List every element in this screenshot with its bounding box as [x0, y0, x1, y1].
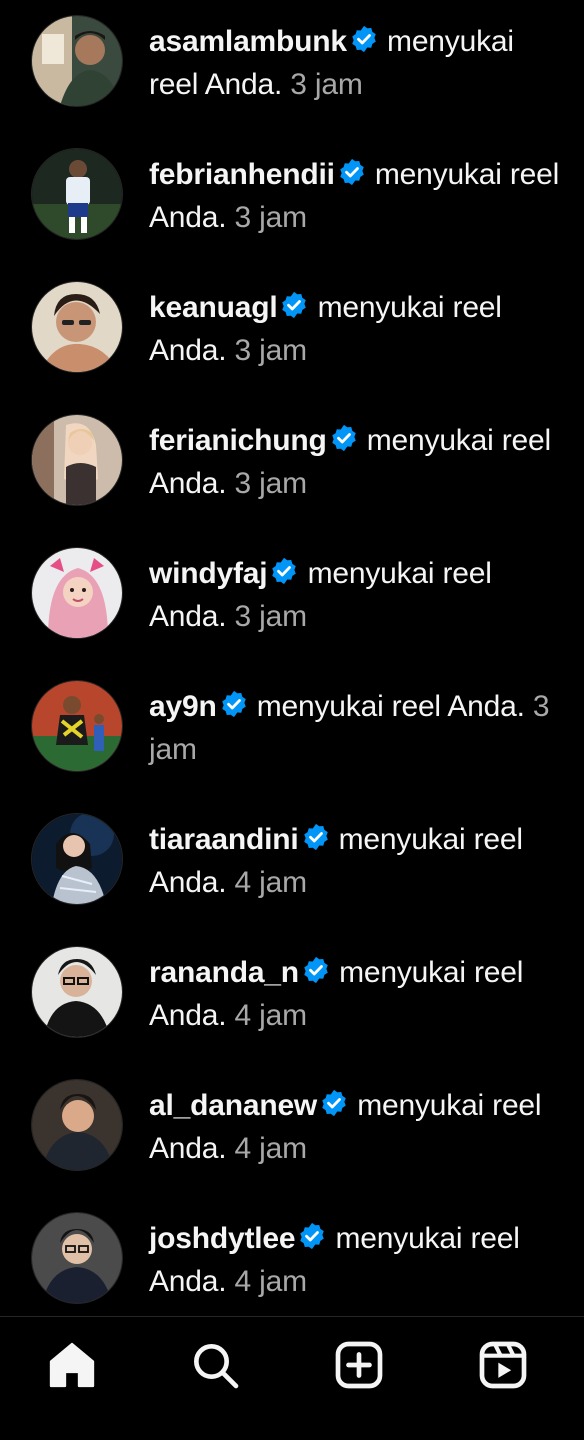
create-icon	[335, 1341, 383, 1389]
activity-feed: asamlambunk menyukai reel Anda. 3 jam fe…	[0, 0, 584, 1316]
avatar[interactable]	[32, 282, 122, 372]
username-link[interactable]: ay9n	[149, 690, 217, 723]
verified-badge-icon	[301, 955, 331, 985]
home-icon	[49, 1342, 95, 1388]
avatar[interactable]	[32, 415, 122, 505]
notification-text: tiaraandini menyukai reel Anda. 4 jam	[149, 818, 569, 904]
avatar[interactable]	[32, 16, 122, 106]
notification-text: rananda_n menyukai reel Anda. 4 jam	[149, 951, 569, 1037]
verified-badge-icon	[301, 822, 331, 852]
avatar-photo	[32, 548, 122, 638]
avatar[interactable]	[32, 149, 122, 239]
avatar-photo	[32, 415, 122, 505]
nav-home-button[interactable]	[44, 1337, 100, 1393]
avatar[interactable]	[32, 1080, 122, 1170]
verified-badge-icon	[337, 157, 367, 187]
verified-badge-icon	[279, 290, 309, 320]
avatar[interactable]	[32, 947, 122, 1037]
notification-text: al_dananew menyukai reel Anda. 4 jam	[149, 1084, 569, 1170]
nav-create-button[interactable]	[331, 1337, 387, 1393]
username-link[interactable]: rananda_n	[149, 956, 299, 989]
username-link[interactable]: keanuagl	[149, 291, 278, 324]
notification-item[interactable]: al_dananew menyukai reel Anda. 4 jam	[0, 1064, 584, 1197]
notification-time: 3 jam	[234, 201, 308, 234]
notification-text: keanuagl menyukai reel Anda. 3 jam	[149, 286, 569, 372]
nav-search-button[interactable]	[187, 1337, 243, 1393]
avatar-photo	[32, 16, 122, 106]
notification-item[interactable]: tiaraandini menyukai reel Anda. 4 jam	[0, 798, 584, 931]
notification-time: 3 jam	[234, 467, 308, 500]
avatar-photo	[32, 149, 122, 239]
notification-item[interactable]: ay9n menyukai reel Anda. 3 jam	[0, 665, 584, 798]
avatar-photo	[32, 1080, 122, 1170]
notification-time: 3 jam	[234, 334, 308, 367]
notification-time: 4 jam	[234, 999, 308, 1032]
username-link[interactable]: febrianhendii	[149, 158, 335, 191]
avatar[interactable]	[32, 548, 122, 638]
search-icon	[194, 1344, 239, 1389]
notification-text: febrianhendii menyukai reel Anda. 3 jam	[149, 153, 569, 239]
avatar[interactable]	[32, 814, 122, 904]
avatar[interactable]	[32, 681, 122, 771]
notification-item[interactable]: ferianichung menyukai reel Anda. 3 jam	[0, 399, 584, 532]
notification-item[interactable]: windyfaj menyukai reel Anda. 3 jam	[0, 532, 584, 665]
notification-time: 4 jam	[234, 1265, 308, 1298]
notification-item[interactable]: keanuagl menyukai reel Anda. 3 jam	[0, 266, 584, 399]
notification-time: 4 jam	[234, 1132, 308, 1165]
notification-text: ay9n menyukai reel Anda. 3 jam	[149, 685, 569, 771]
avatar[interactable]	[32, 1213, 122, 1303]
notification-time: 3 jam	[234, 600, 308, 633]
avatar-photo	[32, 1213, 122, 1303]
notification-item[interactable]: rananda_n menyukai reel Anda. 4 jam	[0, 931, 584, 1064]
notification-item[interactable]: febrianhendii menyukai reel Anda. 3 jam	[0, 133, 584, 266]
verified-badge-icon	[297, 1221, 327, 1251]
notification-time: 3 jam	[290, 68, 363, 101]
username-link[interactable]: asamlambunk	[149, 25, 347, 58]
verified-badge-icon	[329, 423, 359, 453]
nav-reels-button[interactable]	[475, 1337, 531, 1393]
bottom-nav	[0, 1316, 584, 1440]
username-link[interactable]: joshdytlee	[149, 1222, 296, 1255]
notification-item[interactable]: joshdytlee menyukai reel Anda. 4 jam	[0, 1197, 584, 1316]
reels-icon	[479, 1341, 527, 1389]
username-link[interactable]: al_dananew	[149, 1089, 317, 1122]
avatar-photo	[32, 681, 122, 771]
notification-text: ferianichung menyukai reel Anda. 3 jam	[149, 419, 569, 505]
verified-badge-icon	[349, 24, 379, 54]
avatar-photo	[32, 814, 122, 904]
username-link[interactable]: tiaraandini	[149, 823, 299, 856]
notification-time: 4 jam	[234, 866, 308, 899]
notification-action: menyukai reel Anda.	[256, 690, 525, 723]
avatar-photo	[32, 282, 122, 372]
notification-text: asamlambunk menyukai reel Anda. 3 jam	[149, 20, 569, 106]
verified-badge-icon	[219, 689, 249, 719]
verified-badge-icon	[319, 1088, 349, 1118]
username-link[interactable]: windyfaj	[149, 557, 268, 590]
username-link[interactable]: ferianichung	[149, 424, 327, 457]
notification-text: joshdytlee menyukai reel Anda. 4 jam	[149, 1217, 569, 1303]
verified-badge-icon	[269, 556, 299, 586]
notification-text: windyfaj menyukai reel Anda. 3 jam	[149, 552, 569, 638]
notification-item[interactable]: asamlambunk menyukai reel Anda. 3 jam	[0, 0, 584, 133]
avatar-photo	[32, 947, 122, 1037]
